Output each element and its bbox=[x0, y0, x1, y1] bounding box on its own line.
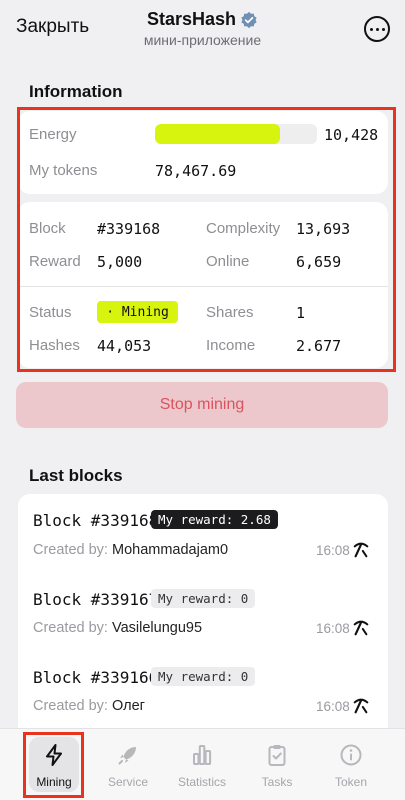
more-options-icon[interactable] bbox=[364, 16, 390, 42]
energy-progress-bar bbox=[155, 124, 317, 144]
pickaxe-icon bbox=[353, 542, 369, 558]
bolt-icon bbox=[46, 744, 62, 766]
title-block: StarsHash мини-приложение bbox=[0, 9, 405, 48]
block-label: Block bbox=[29, 220, 66, 237]
nav-item-tasks[interactable]: Tasks bbox=[240, 743, 314, 789]
block-item-title: Block #339166 bbox=[33, 668, 159, 687]
online-value: 6,659 bbox=[296, 253, 342, 271]
energy-progress-fill bbox=[155, 124, 280, 144]
reward-value: 5,000 bbox=[97, 253, 143, 271]
created-by-label: Created by: bbox=[33, 542, 108, 558]
info-icon bbox=[340, 744, 362, 766]
reward-label: Reward bbox=[29, 253, 81, 270]
nav-item-statistics[interactable]: Statistics bbox=[165, 743, 239, 789]
income-label: Income bbox=[206, 337, 256, 354]
created-by-label: Created by: bbox=[33, 698, 108, 714]
shares-label: Shares bbox=[206, 304, 254, 321]
nav-item-label: Mining bbox=[36, 775, 72, 789]
my-reward-badge: My reward: 2.68 bbox=[151, 510, 278, 529]
app-title-row: StarsHash bbox=[147, 9, 258, 30]
creator-name: Vasilelungu95 bbox=[112, 620, 203, 636]
hashes-value: 44,053 bbox=[97, 337, 152, 355]
pickaxe-icon bbox=[353, 698, 369, 714]
tokens-label: My tokens bbox=[29, 162, 98, 179]
income-value: 2.677 bbox=[296, 337, 342, 355]
nav-item-token[interactable]: Token bbox=[314, 743, 388, 789]
nav-item-service[interactable]: Service bbox=[91, 743, 165, 789]
nav-item-label: Statistics bbox=[177, 775, 226, 789]
nav-item-mining[interactable]: Mining bbox=[17, 743, 91, 789]
stop-mining-button[interactable]: Stop mining bbox=[16, 382, 388, 428]
online-label: Online bbox=[206, 253, 250, 270]
information-title: Information bbox=[29, 82, 123, 101]
last-blocks-title: Last blocks bbox=[29, 466, 123, 485]
nav-item-label: Tasks bbox=[261, 775, 293, 789]
hashes-label: Hashes bbox=[29, 337, 80, 354]
creator-name: Олег bbox=[112, 698, 145, 714]
block-time: 16:08 bbox=[316, 621, 350, 636]
status-badge: · Mining bbox=[97, 301, 178, 323]
created-by-row: Created by: Mohammadajam0 bbox=[33, 542, 228, 558]
nav-item-label: Token bbox=[334, 775, 368, 789]
creator-name: Mohammadajam0 bbox=[112, 542, 229, 558]
tokens-value: 78,467.69 bbox=[155, 162, 237, 180]
nav-item-label: Service bbox=[107, 775, 148, 789]
block-time: 16:08 bbox=[316, 699, 350, 714]
complexity-label: Complexity bbox=[206, 220, 281, 237]
app-header: Закрыть StarsHash мини-приложение bbox=[0, 0, 405, 60]
shares-value: 1 bbox=[296, 304, 306, 322]
clipboard-check-icon bbox=[268, 745, 286, 766]
block-item-title: Block #339167 bbox=[33, 590, 159, 609]
block-value: #339168 bbox=[97, 220, 161, 238]
energy-value: 10,428 bbox=[324, 126, 379, 144]
block-time: 16:08 bbox=[316, 543, 350, 558]
app-title: StarsHash bbox=[146, 9, 237, 29]
my-reward-badge: My reward: 0 bbox=[151, 667, 256, 686]
pickaxe-icon bbox=[353, 620, 369, 636]
verified-badge-icon bbox=[241, 11, 257, 28]
complexity-value: 13,693 bbox=[296, 220, 351, 238]
status-label: Status bbox=[29, 304, 72, 321]
bar-chart-icon bbox=[193, 745, 212, 765]
energy-label: Energy bbox=[29, 126, 77, 143]
stats-divider bbox=[18, 286, 388, 287]
rocket-icon bbox=[118, 747, 136, 765]
bottom-nav: Mining Service Statistics Tasks Token bbox=[0, 728, 405, 800]
created-by-row: Created by: Олег bbox=[33, 698, 145, 714]
created-by-label: Created by: bbox=[33, 620, 108, 636]
block-item-title: Block #339168 bbox=[33, 511, 159, 530]
my-reward-badge: My reward: 0 bbox=[151, 589, 256, 608]
created-by-row: Created by: Vasilelungu95 bbox=[33, 620, 202, 636]
app-subtitle: мини-приложение bbox=[143, 32, 262, 48]
